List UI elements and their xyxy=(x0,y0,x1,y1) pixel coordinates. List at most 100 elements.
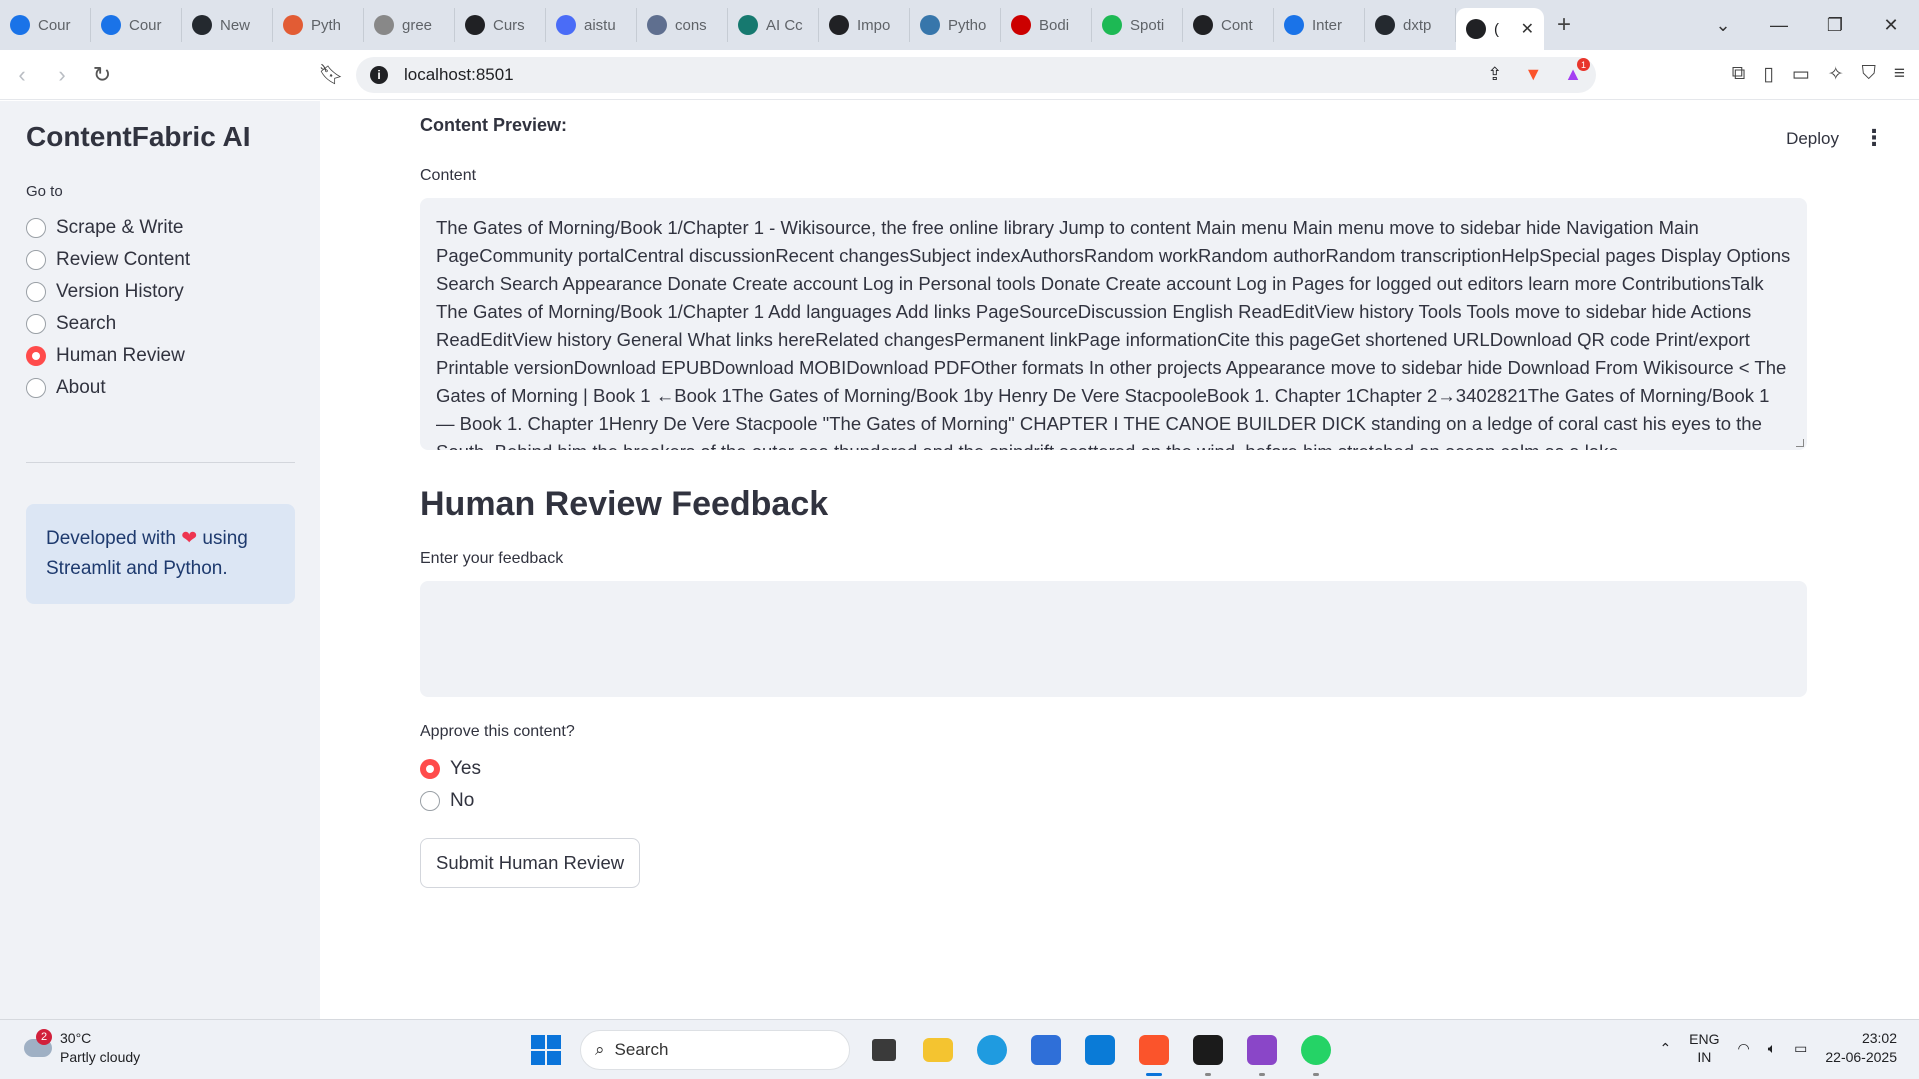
nav-radio-about[interactable]: About xyxy=(26,372,190,404)
back-button[interactable]: ‹ xyxy=(4,62,40,88)
share-icon[interactable]: ⇪ xyxy=(1487,64,1502,85)
submit-review-button[interactable]: Submit Human Review xyxy=(420,838,641,888)
minimize-button[interactable]: — xyxy=(1751,15,1807,36)
sidebar-toggle-icon[interactable]: ▯ xyxy=(1763,63,1773,86)
system-tray: ⌃ ENG IN ◠ 🔈︎ ▭ 23:02 22-06-2025 xyxy=(1659,1029,1897,1067)
brave-rewards-icon[interactable]: ▲ 1 xyxy=(1564,58,1590,85)
whatsapp-icon[interactable] xyxy=(1296,1030,1336,1076)
radio-button[interactable] xyxy=(26,250,46,270)
radio-button[interactable] xyxy=(420,791,440,811)
nav-radio-search[interactable]: Search xyxy=(26,308,190,340)
search-icon: ⌕ xyxy=(595,1040,605,1059)
browser-tab[interactable]: Bodi xyxy=(1001,8,1092,42)
site-info-icon[interactable]: i xyxy=(370,65,388,84)
feedback-input[interactable] xyxy=(420,581,1807,697)
extensions-icon[interactable]: ⧉ xyxy=(1732,63,1746,86)
approve-option-yes[interactable]: Yes xyxy=(420,753,481,785)
radio-button[interactable] xyxy=(26,218,46,238)
browser-tab-label: Cour xyxy=(129,16,162,34)
browser-tab-label: Bodi xyxy=(1039,16,1070,34)
vscode-icon[interactable] xyxy=(1080,1030,1120,1070)
browser-tab[interactable]: Pyth xyxy=(273,8,364,42)
nav-label: About xyxy=(56,377,106,398)
weather-widget[interactable]: 2 30°C Partly cloudy xyxy=(22,1029,140,1067)
windows-start-icon[interactable] xyxy=(526,1030,566,1070)
heart-icon: ❤ xyxy=(181,528,198,549)
info-prefix: Developed with xyxy=(46,528,176,549)
python-icon xyxy=(920,15,940,35)
wallet-icon[interactable]: ▭ xyxy=(1792,63,1810,86)
browser-tab[interactable]: Spoti xyxy=(1092,8,1183,42)
nav-radio-human-review[interactable]: Human Review xyxy=(26,340,190,372)
file-explorer-icon[interactable] xyxy=(918,1030,958,1070)
windows-taskbar: 2 30°C Partly cloudy ⌕ Search ⌃ ENG IN ◠ xyxy=(0,1019,1919,1079)
forward-button[interactable]: › xyxy=(44,62,80,88)
browser-tab[interactable]: Inter xyxy=(1274,8,1365,42)
radio-button[interactable] xyxy=(26,282,46,302)
browser-tab-label: Impo xyxy=(857,16,891,34)
wifi-icon[interactable]: ◠ xyxy=(1738,1040,1750,1057)
browser-tab-label: ( xyxy=(1494,20,1499,38)
language-indicator[interactable]: ENG IN xyxy=(1689,1030,1719,1066)
browser-tab-label: Inter xyxy=(1312,16,1343,34)
is-icon xyxy=(1284,15,1304,35)
volume-icon[interactable]: 🔈︎ xyxy=(1768,1040,1776,1057)
browser-tab[interactable]: Curs xyxy=(455,8,546,42)
spark-icon xyxy=(283,15,303,35)
maximize-button[interactable]: ❐ xyxy=(1807,15,1863,36)
menu-icon[interactable]: ≡ xyxy=(1894,63,1905,86)
browser-tab[interactable]: AI Cc xyxy=(728,8,819,42)
tab-search-chevron-icon[interactable]: ⌄ xyxy=(1695,15,1751,36)
browser-tab[interactable]: gree xyxy=(364,8,455,42)
browser-tab[interactable]: Cour xyxy=(0,8,91,42)
feedback-label: Enter your feedback xyxy=(420,550,564,567)
radio-button[interactable] xyxy=(26,314,46,334)
browser-tab[interactable]: aistu xyxy=(546,8,637,42)
task-view-icon[interactable] xyxy=(864,1030,904,1070)
terminal-icon[interactable] xyxy=(1188,1030,1228,1076)
browser-tab[interactable]: Cont xyxy=(1183,8,1274,42)
approve-option-no[interactable]: No xyxy=(420,785,481,817)
taskbar-search[interactable]: ⌕ Search xyxy=(580,1030,850,1070)
browser-tab[interactable]: Cour xyxy=(91,8,182,42)
browser-tab[interactable]: New xyxy=(182,8,273,42)
reload-button[interactable]: ↻ xyxy=(84,62,120,88)
nav-radio-review-content[interactable]: Review Content xyxy=(26,244,190,276)
nav-label: Search xyxy=(56,313,117,334)
edge-icon[interactable] xyxy=(972,1030,1012,1070)
browser-tab[interactable]: Pytho xyxy=(910,8,1001,42)
content-preview-label: Content Preview: xyxy=(420,115,568,135)
more-options-icon[interactable]: ⋮ xyxy=(1863,125,1885,151)
tray-overflow-chevron-icon[interactable]: ⌃ xyxy=(1659,1040,1671,1057)
deploy-button[interactable]: Deploy xyxy=(1786,129,1839,149)
url-text[interactable]: localhost:8501 xyxy=(404,65,514,85)
browser-tab[interactable]: Impo xyxy=(819,8,910,42)
bookmark-icon[interactable]: 🔖︎ xyxy=(316,62,346,87)
clipchamp-icon[interactable] xyxy=(1242,1030,1282,1076)
close-window-button[interactable]: ✕ xyxy=(1863,15,1919,36)
approve-option-label: Yes xyxy=(450,758,481,779)
clock[interactable]: 23:02 22-06-2025 xyxy=(1825,1029,1897,1067)
app-title: ContentFabric AI xyxy=(26,121,251,152)
battery-icon[interactable]: ▭ xyxy=(1794,1040,1807,1057)
vpn-shield-icon[interactable]: ⛉ xyxy=(1862,63,1876,86)
radio-button[interactable] xyxy=(26,378,46,398)
openai-icon xyxy=(465,15,485,35)
radio-button[interactable] xyxy=(420,759,440,779)
nav-radio-version-history[interactable]: Version History xyxy=(26,276,190,308)
browser-tab[interactable]: cons xyxy=(637,8,728,42)
weather-badge: 2 xyxy=(36,1029,52,1045)
leo-ai-icon[interactable]: ✧ xyxy=(1828,63,1844,86)
content-textarea[interactable]: The Gates of Morning/Book 1/Chapter 1 - … xyxy=(420,198,1807,450)
radio-button[interactable] xyxy=(26,346,46,366)
nav-radio-scrape-write[interactable]: Scrape & Write xyxy=(26,212,190,244)
browser-tab-active[interactable]: (✕ xyxy=(1456,8,1544,50)
browser-tab[interactable]: dxtp xyxy=(1365,8,1456,42)
new-tab-button[interactable]: + xyxy=(1544,11,1584,39)
close-tab-icon[interactable]: ✕ xyxy=(1521,19,1534,39)
brave-icon[interactable] xyxy=(1134,1030,1174,1076)
store-icon[interactable] xyxy=(1026,1030,1066,1070)
brave-shields-icon[interactable]: ▼ xyxy=(1524,64,1542,85)
resize-handle-icon[interactable] xyxy=(1796,439,1804,447)
address-bar[interactable]: i localhost:8501 ⇪ ▼ ▲ 1 xyxy=(356,56,1596,93)
